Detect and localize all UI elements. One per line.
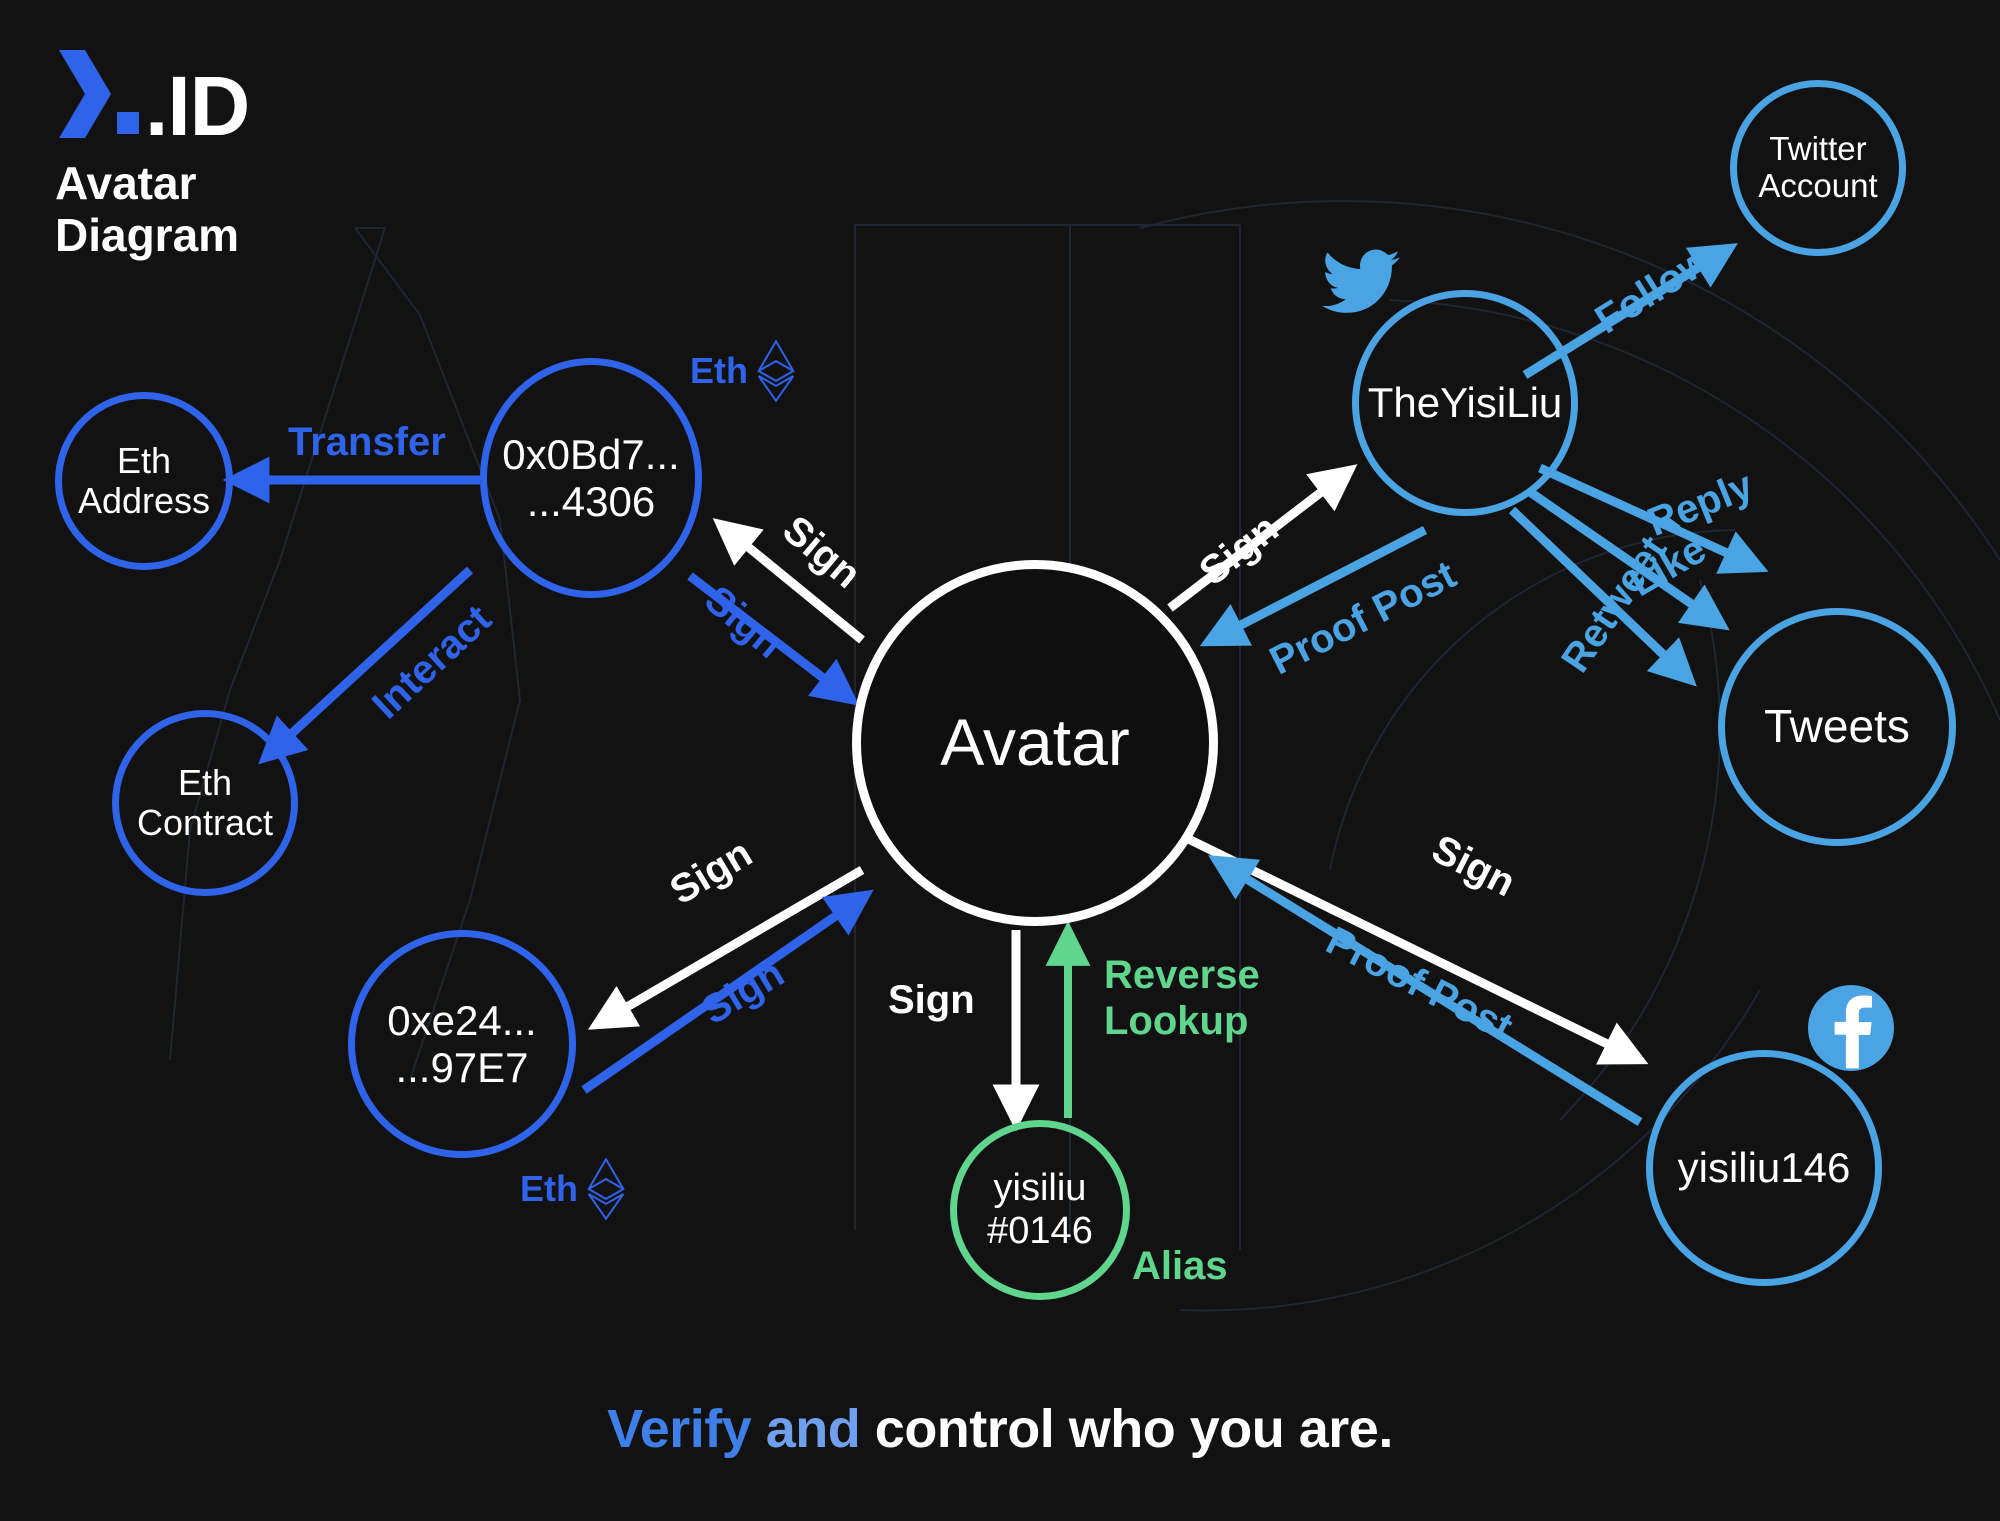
diagram-canvas: .ID Avatar Diagram Eth Address 0x0Bd7...…: [0, 0, 2000, 1521]
ethereum-icon: [757, 340, 795, 402]
node-tweets[interactable]: Tweets: [1718, 608, 1956, 846]
edge-label-sign-alias: Sign: [888, 978, 975, 1022]
brand-block: .ID Avatar Diagram: [55, 48, 250, 261]
node-eth-contract-line1: Eth: [177, 761, 233, 803]
ethereum-icon: [587, 1158, 625, 1220]
tagline-part1: Verify: [607, 1399, 752, 1459]
node-twitter-account[interactable]: Twitter Account: [1730, 80, 1906, 256]
alias-badge: Alias: [1132, 1244, 1228, 1288]
twitter-bird-icon: [1322, 249, 1400, 313]
node-eth-address-line1: Eth: [116, 439, 172, 481]
facebook-icon: [1808, 985, 1894, 1071]
tagline-part3: control who you are.: [874, 1399, 1394, 1459]
edge-label-transfer: Transfer: [288, 420, 446, 464]
node-eth-contract[interactable]: Eth Contract: [112, 710, 298, 896]
node-address-0xe24[interactable]: 0xe24... ...97E7: [348, 930, 576, 1158]
tagline-part2: and: [751, 1399, 875, 1459]
edge-label-reverse-lookup: Reverse Lookup: [1104, 952, 1260, 1045]
node-avatar-label: Avatar: [940, 705, 1130, 780]
node-twitter-account-line2: Account: [1758, 167, 1878, 204]
node-address-0xe24-line1: 0xe24...: [387, 996, 537, 1044]
node-yisiliu146-label: yisiliu146: [1677, 1144, 1851, 1192]
node-theyisiliu-label: TheYisiLiu: [1367, 379, 1563, 427]
node-alias[interactable]: yisiliu #0146: [950, 1120, 1130, 1300]
node-tweets-label: Tweets: [1764, 700, 1910, 753]
page-title-line1: Avatar: [55, 157, 197, 209]
eth-badge-top-label: Eth: [690, 350, 748, 391]
node-yisiliu146[interactable]: yisiliu146: [1646, 1050, 1882, 1286]
node-theyisiliu[interactable]: TheYisiLiu: [1352, 290, 1578, 516]
edge-label-reverse-lookup-line1: Reverse: [1104, 953, 1260, 997]
eth-badge-bottom: Eth: [520, 1158, 626, 1220]
eth-badge-top: Eth: [690, 340, 796, 402]
chevron-icon: [59, 50, 111, 138]
node-twitter-account-line1: Twitter: [1769, 130, 1867, 168]
node-eth-contract-line2: Contract: [136, 802, 274, 843]
logo-text: .ID: [145, 58, 250, 153]
edge-label-reverse-lookup-line2: Lookup: [1104, 999, 1249, 1044]
node-address-0x0bd7-line1: 0x0Bd7...: [502, 430, 680, 478]
node-eth-address[interactable]: Eth Address: [55, 392, 233, 570]
logo: .ID: [55, 48, 250, 153]
node-alias-line2: #0146: [987, 1210, 1093, 1252]
node-alias-line1: yisiliu: [993, 1167, 1087, 1210]
node-avatar[interactable]: Avatar: [852, 560, 1218, 926]
tagline: Verify and control who you are.: [0, 1398, 2000, 1460]
node-address-0x0bd7-line2: ...4306: [526, 478, 656, 525]
logo-dot-icon: [117, 112, 139, 134]
node-address-0x0bd7[interactable]: 0x0Bd7... ...4306: [480, 358, 702, 598]
eth-badge-bottom-label: Eth: [520, 1168, 578, 1209]
node-eth-address-line2: Address: [77, 480, 211, 521]
page-title-line2: Diagram: [55, 208, 240, 261]
node-address-0xe24-line2: ...97E7: [395, 1044, 529, 1091]
page-title: Avatar Diagram: [55, 157, 249, 261]
